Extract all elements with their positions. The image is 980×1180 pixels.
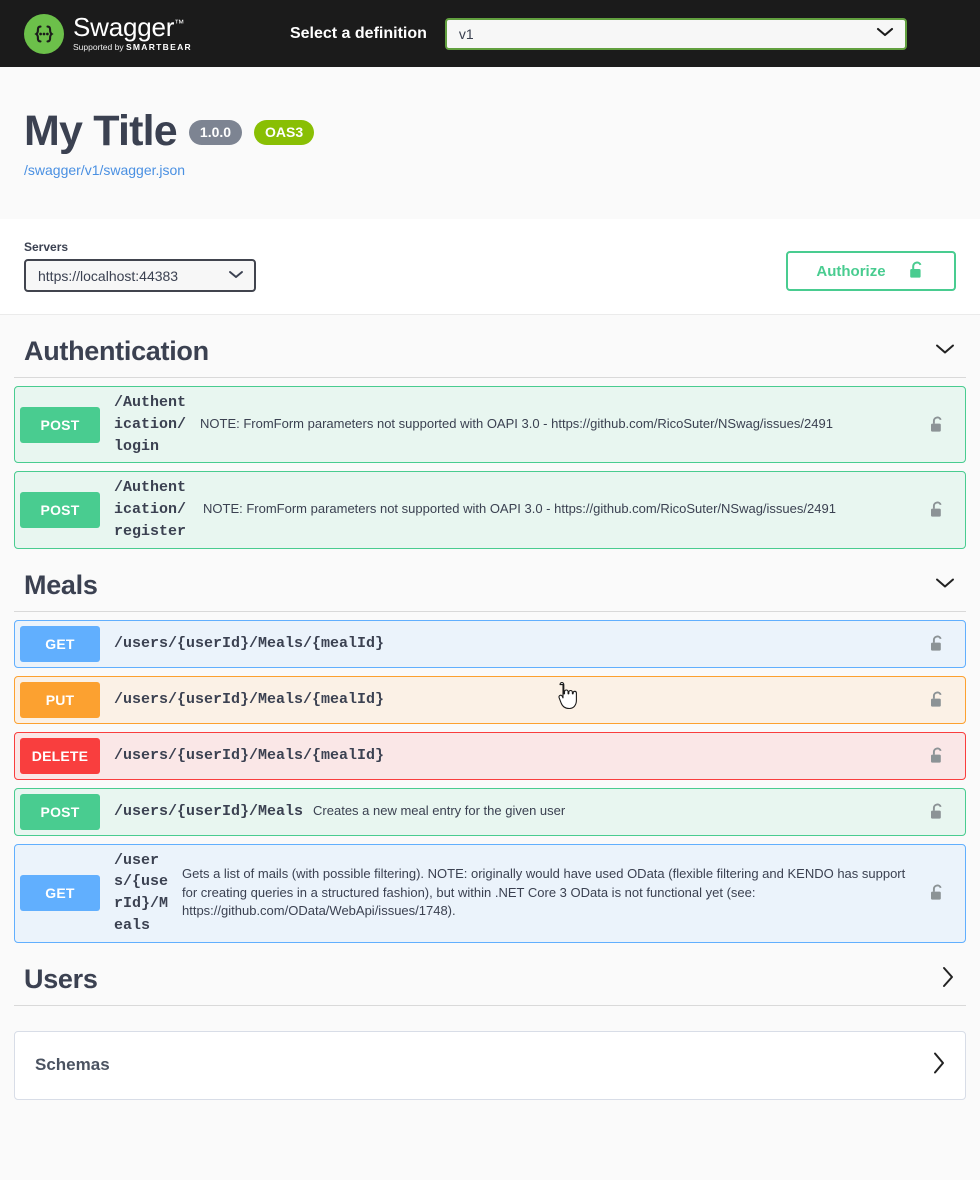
chevron-right-icon[interactable]	[940, 965, 956, 994]
tag-name-meals: Meals	[24, 569, 98, 600]
schemas-wrap: Schemas	[0, 1006, 980, 1100]
top-bar: Swagger™ Supported by SMARTBEAR Select a…	[0, 0, 980, 67]
tag-name-authentication: Authentication	[24, 336, 209, 366]
api-title-row: My Title 1.0.0 OAS3	[24, 110, 956, 153]
chevron-down-icon[interactable]	[934, 576, 956, 595]
oas-version-badge: OAS3	[254, 120, 315, 145]
servers-label: Servers	[24, 240, 69, 254]
supported-by-line: Supported by SMARTBEAR	[73, 43, 192, 52]
tag-section-authentication: Authentication POST /Authentication/logi…	[14, 324, 966, 549]
tag-header-authentication[interactable]: Authentication	[14, 324, 966, 378]
http-method-badge: GET	[20, 875, 100, 911]
operation-row[interactable]: DELETE /users/{userId}/Meals/{mealId}	[14, 731, 966, 780]
operation-path: /users/{userId}/Meals/{mealId}	[114, 634, 385, 652]
trademark-mark: ™	[174, 17, 185, 29]
unlocked-padlock-icon	[908, 260, 926, 283]
chevron-down-icon[interactable]	[934, 342, 956, 361]
definition-selector-area: Select a definition v1	[289, 17, 956, 50]
swagger-wordmark: Swagger™	[73, 11, 185, 42]
operation-row[interactable]: PUT /users/{userId}/Meals/{mealId}	[14, 675, 966, 724]
operation-path: /users/{userId}/Meals/{mealId}	[114, 746, 385, 764]
definition-select-value: v1	[458, 25, 474, 42]
page-title: My Title	[24, 107, 178, 155]
operation-summary: Gets a list of mails (with possible filt…	[182, 865, 906, 919]
operation-row[interactable]: POST /Authentication/register NOTE: From…	[14, 471, 966, 549]
smartbear-label: SMARTBEAR	[125, 41, 192, 52]
operation-path: /users/{userId}/Meals/{mealId}	[114, 690, 385, 708]
server-url-value: https://localhost:44383	[38, 267, 179, 284]
unlocked-padlock-icon[interactable]	[923, 746, 960, 766]
http-method-badge: GET	[20, 625, 100, 662]
swagger-logo[interactable]: Swagger™ Supported by SMARTBEAR	[24, 11, 192, 54]
chevron-right-icon[interactable]	[931, 1050, 947, 1081]
operation-summary: Creates a new meal entry for the given u…	[313, 803, 566, 819]
operation-path: /users/{userId}/Meals	[114, 802, 304, 820]
http-method-badge: DELETE	[20, 737, 100, 774]
servers-selector-group: Servers https://localhost:44383	[24, 240, 256, 292]
chevron-down-icon	[876, 25, 894, 43]
authorize-button-label: Authorize	[816, 262, 886, 280]
tag-name-users: Users	[24, 963, 98, 994]
http-method-badge: POST	[20, 491, 100, 528]
http-method-badge: POST	[20, 406, 100, 443]
operation-row[interactable]: POST /Authentication/login NOTE: FromFor…	[14, 386, 966, 464]
unlocked-padlock-icon[interactable]	[923, 883, 960, 903]
tag-header-meals[interactable]: Meals	[14, 558, 966, 612]
swagger-json-link[interactable]: /swagger/v1/swagger.json	[24, 162, 956, 178]
tag-section-meals: Meals GET /users/{userId}/Meals/{mealId}	[14, 558, 966, 943]
http-method-badge: PUT	[20, 681, 100, 718]
chevron-down-icon	[228, 267, 244, 285]
api-info-block: My Title 1.0.0 OAS3 /swagger/v1/swagger.…	[0, 67, 980, 219]
operations-container: Authentication POST /Authentication/logi…	[0, 324, 980, 1006]
operation-summary: NOTE: FromForm parameters not supported …	[203, 501, 836, 517]
authorize-button[interactable]: Authorize	[786, 251, 956, 291]
schemas-section[interactable]: Schemas	[14, 1030, 966, 1100]
supported-by-label: Supported by	[73, 41, 124, 52]
swagger-braces-icon	[24, 13, 64, 54]
operation-row[interactable]: POST /users/{userId}/Meals Creates a new…	[14, 787, 966, 836]
servers-block: Servers https://localhost:44383 Authoriz…	[0, 219, 980, 315]
unlocked-padlock-icon[interactable]	[923, 690, 960, 710]
operation-row[interactable]: GET /users/{userId}/Meals Gets a list of…	[14, 843, 966, 943]
unlocked-padlock-icon[interactable]	[923, 802, 960, 822]
operation-summary: NOTE: FromForm parameters not supported …	[200, 416, 833, 432]
operation-path: /users/{userId}/Meals	[114, 851, 169, 934]
tag-section-users: Users	[14, 952, 966, 1006]
server-url-select[interactable]: https://localhost:44383	[24, 259, 256, 292]
operation-row[interactable]: GET /users/{userId}/Meals/{mealId}	[14, 619, 966, 668]
unlocked-padlock-icon[interactable]	[923, 415, 960, 435]
operation-path: /Authentication/register	[114, 479, 187, 540]
version-badge: 1.0.0	[188, 120, 243, 145]
unlocked-padlock-icon[interactable]	[923, 500, 960, 520]
select-definition-label: Select a definition	[289, 24, 427, 42]
http-method-badge: POST	[20, 793, 100, 830]
schemas-title: Schemas	[35, 1055, 110, 1074]
definition-select[interactable]: v1	[444, 17, 907, 50]
unlocked-padlock-icon[interactable]	[923, 634, 960, 654]
operation-path: /Authentication/login	[114, 394, 187, 455]
tag-header-users[interactable]: Users	[14, 952, 966, 1006]
